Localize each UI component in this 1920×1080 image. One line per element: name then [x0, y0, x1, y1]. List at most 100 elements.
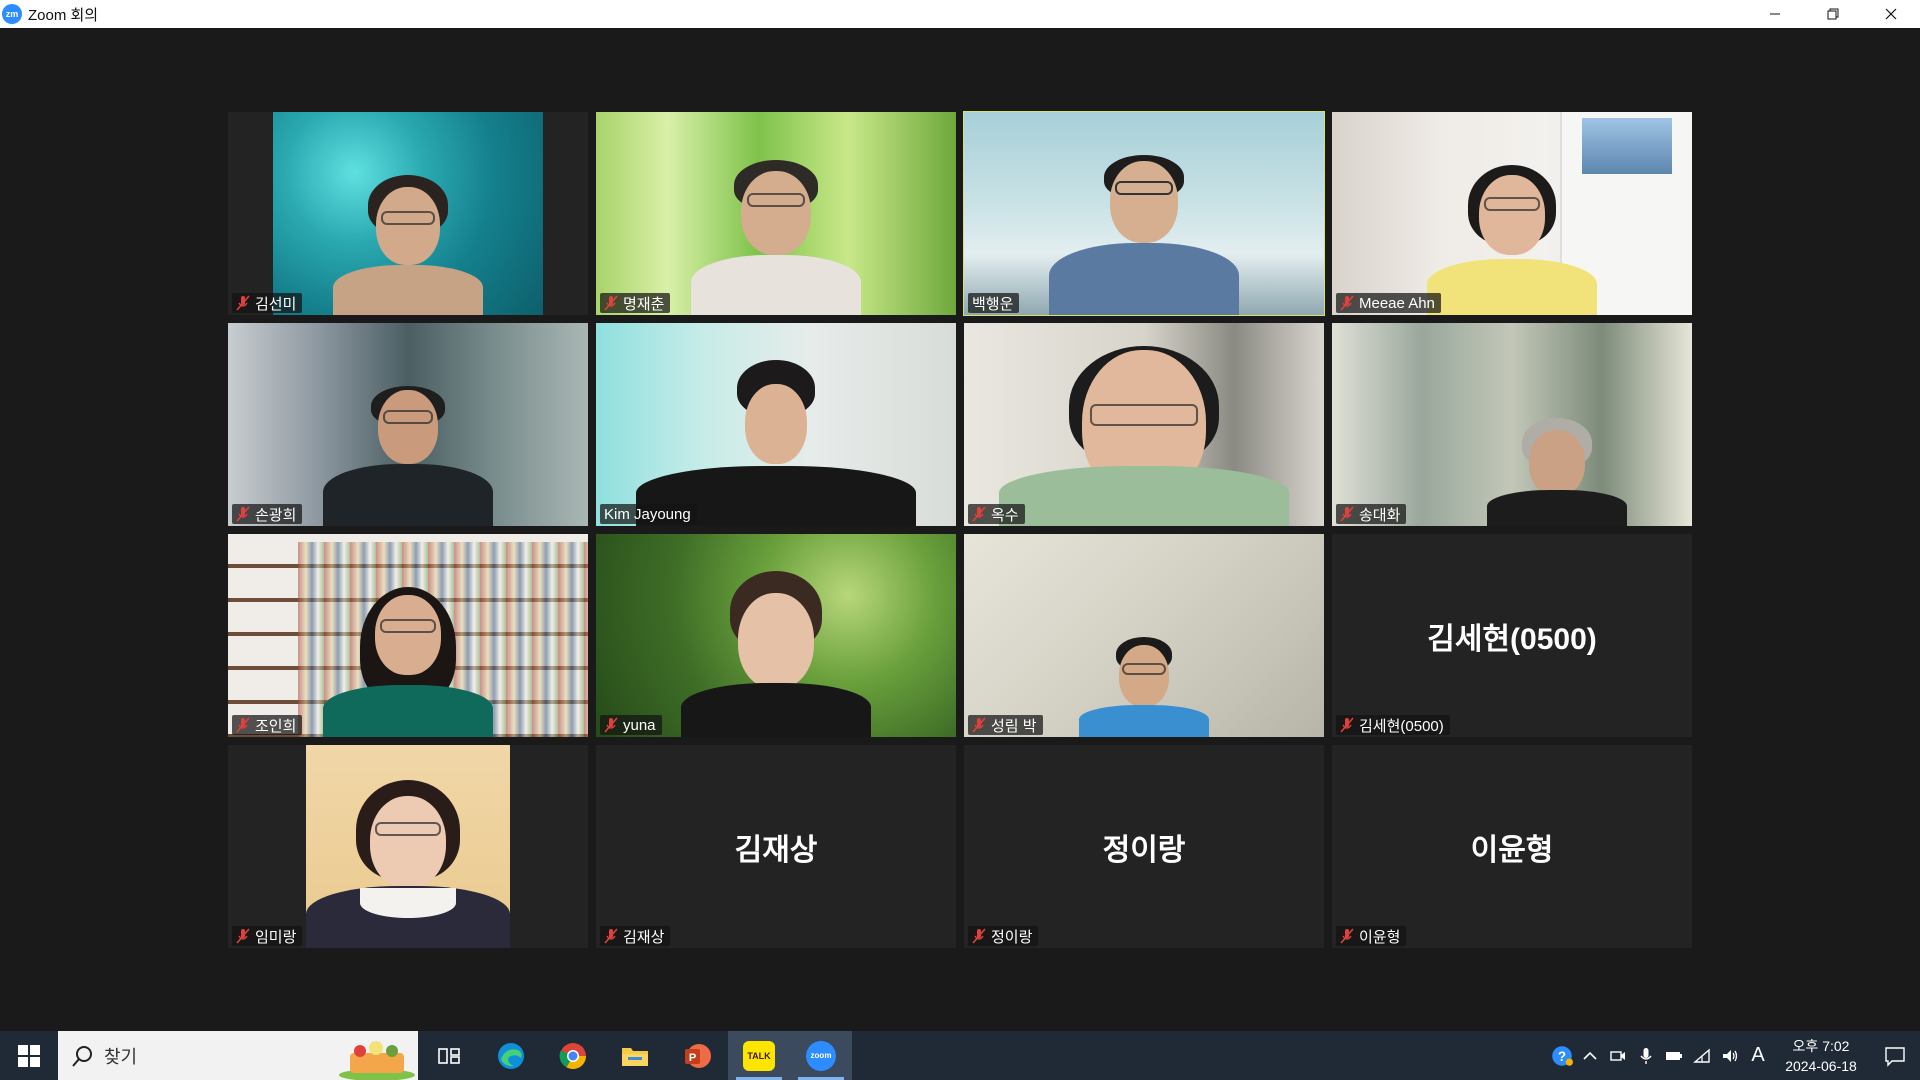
taskbar-search-box[interactable]: 찾기: [58, 1031, 418, 1080]
close-button[interactable]: [1862, 0, 1920, 28]
muted-mic-icon: [236, 717, 250, 733]
edge-browser-icon: [498, 1042, 524, 1069]
restore-button[interactable]: [1804, 0, 1862, 28]
task-view-icon: [438, 1047, 460, 1064]
restore-icon: [1827, 8, 1839, 20]
clock-time: 오후 7:02: [1792, 1037, 1850, 1054]
title-bar: zm Zoom 회의: [0, 0, 1920, 28]
windows-taskbar: 찾기 P TALK zoom ? A 오후 7:02 2024-06-18: [0, 1031, 1920, 1080]
task-view-button[interactable]: [418, 1031, 480, 1080]
participant-name-label: 성림 박: [968, 715, 1043, 735]
participant-video: [1332, 323, 1692, 526]
participant-name-label: 손광희: [232, 504, 303, 524]
participant-tile[interactable]: yuna: [596, 534, 956, 737]
battery-icon: [1666, 1051, 1682, 1060]
camera-icon: [1610, 1050, 1625, 1061]
participant-video: [228, 323, 588, 526]
chevron-up-icon: [1583, 1051, 1597, 1060]
search-icon: [72, 1045, 92, 1067]
action-center-button[interactable]: [1870, 1031, 1920, 1080]
muted-mic-icon: [1340, 506, 1354, 522]
taskbar-kakaotalk[interactable]: TALK: [728, 1031, 790, 1080]
participant-video: [596, 112, 956, 315]
participant-display-name: 이윤형: [1470, 833, 1554, 867]
taskbar-file-explorer[interactable]: [604, 1031, 666, 1080]
participant-grid: 김선미 명재춘 백행운 Meeae Ahn 손광희 Kim Jayoung 옥수…: [228, 111, 1692, 948]
participant-tile-video-off[interactable]: 김세현(0500) 김세현(0500): [1332, 534, 1692, 737]
muted-mic-icon: [1340, 717, 1354, 733]
microphone-icon: [1640, 1047, 1652, 1064]
powerpoint-icon: P: [685, 1043, 711, 1068]
participant-display-name: 김세현(0500): [1427, 622, 1597, 656]
zoom-logo-icon: zm: [2, 4, 22, 24]
participant-name-label: 송대화: [1336, 504, 1407, 524]
muted-mic-icon: [236, 295, 250, 311]
participant-tile[interactable]: 임미랑: [228, 745, 588, 948]
participant-display-name: 김재상: [734, 833, 818, 867]
muted-mic-icon: [236, 506, 250, 522]
close-icon: [1885, 8, 1897, 20]
participant-video: [273, 112, 543, 315]
participant-video: [228, 534, 588, 737]
participant-name-label: 조인희: [232, 715, 303, 735]
participant-tile-video-off[interactable]: 이윤형 이윤형: [1332, 745, 1692, 948]
wifi-icon: [1693, 1047, 1710, 1063]
taskbar-zoom[interactable]: zoom: [790, 1031, 852, 1080]
participant-name-label: 옥수: [968, 504, 1025, 524]
participant-name-label: 김재상: [600, 926, 671, 946]
participant-tile-video-off[interactable]: 정이랑 정이랑: [964, 745, 1324, 948]
participant-name-label: 정이랑: [968, 926, 1039, 946]
tray-help[interactable]: ?: [1548, 1031, 1576, 1080]
participant-name-label: 김선미: [232, 293, 303, 313]
window-title: Zoom 회의: [28, 6, 99, 24]
minimize-icon: [1770, 13, 1780, 15]
chrome-browser-icon: [559, 1042, 587, 1069]
participant-tile[interactable]: 조인희: [228, 534, 588, 737]
participant-tile[interactable]: 김선미: [228, 112, 588, 315]
notification-icon: [1885, 1046, 1905, 1067]
minimize-button[interactable]: [1746, 0, 1804, 28]
participant-tile-video-off[interactable]: 김재상 김재상: [596, 745, 956, 948]
tray-microphone[interactable]: [1632, 1031, 1660, 1080]
tray-clock[interactable]: 오후 7:02 2024-06-18: [1772, 1036, 1870, 1076]
participant-tile[interactable]: 옥수: [964, 323, 1324, 526]
participant-video: [1332, 112, 1692, 315]
participant-name-label: 임미랑: [232, 926, 303, 946]
participant-tile[interactable]: Kim Jayoung: [596, 323, 956, 526]
help-icon: ?: [1552, 1045, 1573, 1066]
tray-show-hidden[interactable]: [1576, 1031, 1604, 1080]
muted-mic-icon: [604, 717, 618, 733]
taskbar-chrome[interactable]: [542, 1031, 604, 1080]
taskbar-edge[interactable]: [480, 1031, 542, 1080]
muted-mic-icon: [1340, 295, 1354, 311]
participant-name-label: 김세현(0500): [1336, 715, 1450, 735]
participant-tile[interactable]: Meeae Ahn: [1332, 112, 1692, 315]
participant-tile-active-speaker[interactable]: 백행운: [963, 111, 1325, 316]
clock-date: 2024-06-18: [1785, 1057, 1857, 1074]
search-placeholder: 찾기: [104, 1046, 138, 1067]
taskbar-powerpoint[interactable]: P: [666, 1031, 728, 1080]
zoom-app-icon: zoom: [806, 1040, 836, 1071]
participant-video: [964, 112, 1324, 315]
tray-network[interactable]: [1688, 1031, 1716, 1080]
participant-tile[interactable]: 명재춘: [596, 112, 956, 315]
folder-icon: [622, 1047, 648, 1066]
tray-camera[interactable]: [1604, 1031, 1632, 1080]
participant-name-label: yuna: [600, 715, 662, 735]
kakaotalk-icon: TALK: [743, 1040, 775, 1071]
muted-mic-icon: [972, 506, 986, 522]
speaker-icon: [1723, 1049, 1738, 1062]
participant-display-name: 정이랑: [1102, 833, 1186, 867]
tray-volume[interactable]: [1716, 1031, 1744, 1080]
participant-tile[interactable]: 성림 박: [964, 534, 1324, 737]
svg-text:P: P: [689, 1052, 696, 1064]
participant-tile[interactable]: 송대화: [1332, 323, 1692, 526]
muted-mic-icon: [604, 295, 618, 311]
ime-indicator[interactable]: A: [1744, 1044, 1772, 1067]
participant-name-label: 백행운: [968, 293, 1020, 313]
tray-battery[interactable]: [1660, 1031, 1688, 1080]
participant-tile[interactable]: 손광희: [228, 323, 588, 526]
participant-name-label: Kim Jayoung: [600, 504, 697, 524]
start-button[interactable]: [0, 1031, 58, 1080]
participant-video: [596, 534, 956, 737]
